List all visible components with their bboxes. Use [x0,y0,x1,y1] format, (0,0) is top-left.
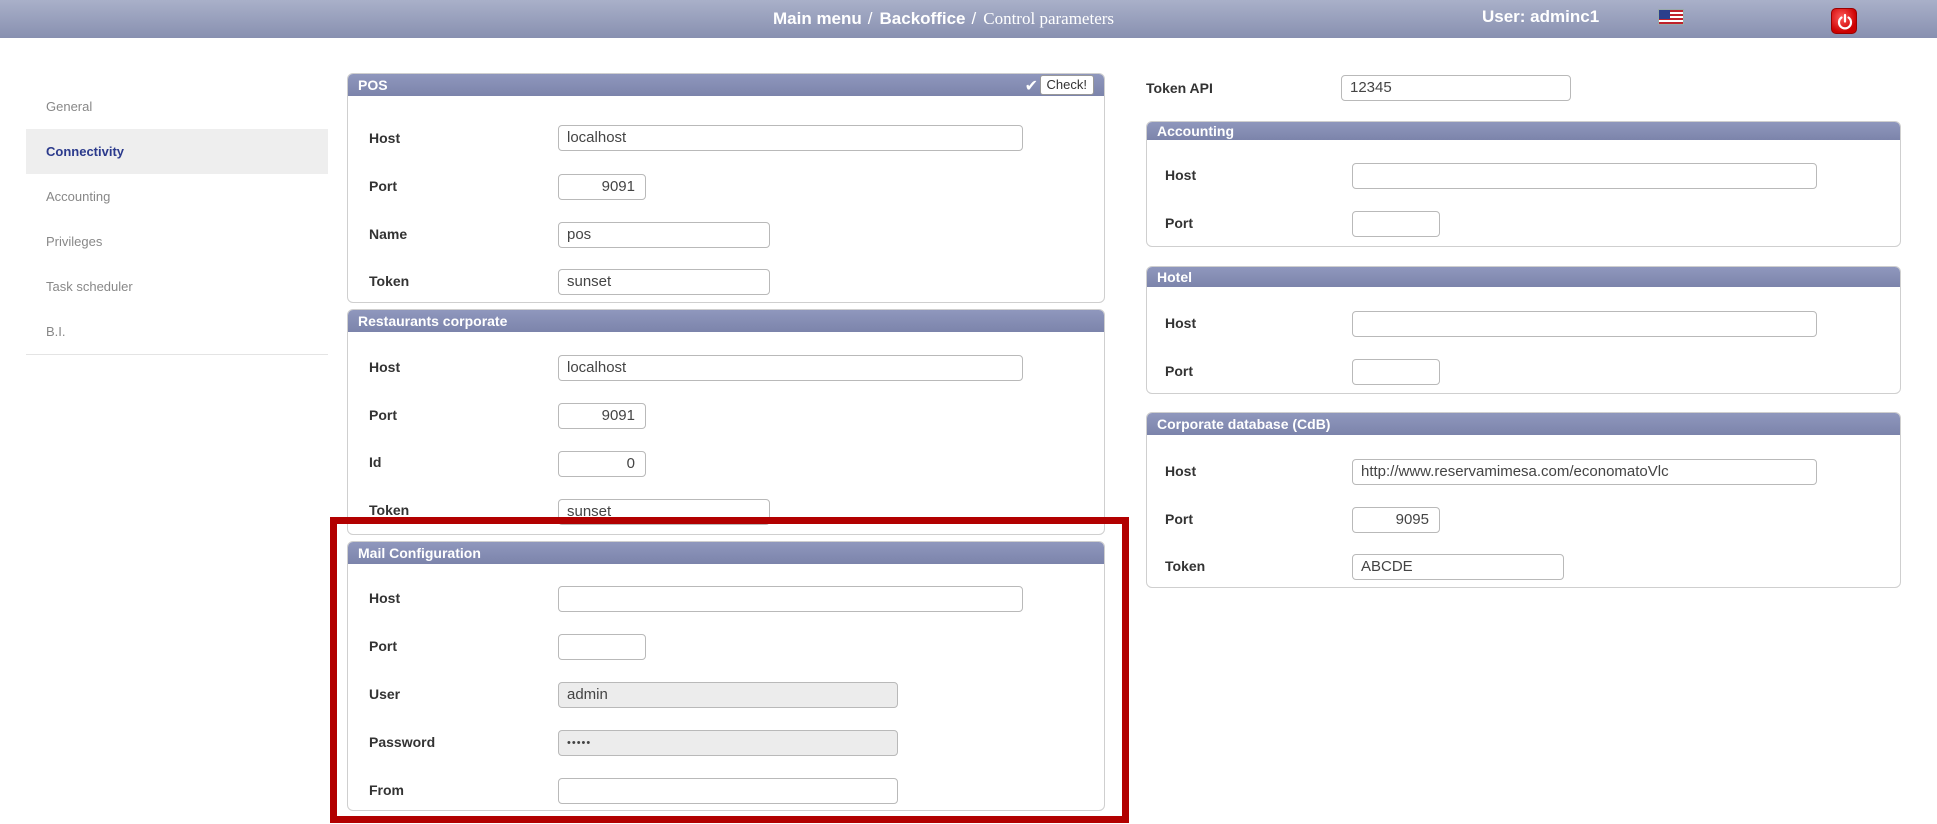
cdb-token-input[interactable]: ABCDE [1352,554,1564,580]
sidebar: General Connectivity Accounting Privileg… [26,84,328,355]
breadcrumb-main-menu[interactable]: Main menu [773,9,862,28]
sidebar-item-privileges[interactable]: Privileges [26,219,328,264]
pos-host-label: Host [369,130,401,146]
pos-port-label: Port [369,178,397,194]
restaurants-id-label: Id [369,454,382,470]
us-flag-icon[interactable] [1658,9,1684,25]
check-button[interactable]: Check! [1039,75,1094,95]
sidebar-item-bi[interactable]: B.I. [26,309,328,354]
token-api-label: Token API [1146,80,1213,96]
cdb-panel-title: Corporate database (CdB) [1157,416,1331,432]
cdb-port-label: Port [1165,511,1193,527]
restaurants-host-label: Host [369,359,401,375]
checkmark-icon: ✔ [1024,78,1038,95]
token-api-input[interactable]: 12345 [1341,75,1571,101]
accounting-host-label: Host [1165,167,1197,183]
cdb-token-label: Token [1165,558,1206,574]
breadcrumb-separator: / [867,9,873,28]
restaurants-port-input[interactable]: 9091 [558,403,646,429]
breadcrumb: Main menu / Backoffice / Control parameters [773,9,1114,29]
sidebar-item-accounting[interactable]: Accounting [26,174,328,219]
pos-name-label: Name [369,226,408,242]
pos-token-label: Token [369,273,410,289]
cdb-port-input[interactable]: 9095 [1352,507,1440,533]
pos-host-input[interactable]: localhost [558,125,1023,151]
restaurants-panel-title: Restaurants corporate [358,313,508,329]
cdb-host-input[interactable]: http://www.reservamimesa.com/economatoVl… [1352,459,1817,485]
power-icon[interactable] [1831,8,1857,34]
accounting-panel-header: Accounting [1147,122,1900,140]
pos-token-input[interactable]: sunset [558,269,770,295]
restaurants-host-input[interactable]: localhost [558,355,1023,381]
breadcrumb-control-parameters: Control parameters [983,9,1115,28]
pos-port-input[interactable]: 9091 [558,174,646,200]
pos-panel-header: POS ✔ Check! [348,74,1104,96]
user-label: User: adminc1 [1482,7,1600,26]
cdb-panel: Corporate database (CdB) Host http://www… [1146,412,1901,588]
hotel-panel: Hotel Host Port [1146,266,1901,394]
pos-panel: POS ✔ Check! Host localhost Port 9091 Na… [347,73,1105,303]
restaurants-panel-header: Restaurants corporate [348,310,1104,332]
accounting-panel: Accounting Host Port [1146,121,1901,247]
sidebar-item-task-scheduler[interactable]: Task scheduler [26,264,328,309]
hotel-port-label: Port [1165,363,1193,379]
restaurants-port-label: Port [369,407,397,423]
highlight-box [330,517,1129,823]
restaurants-id-input[interactable]: 0 [558,451,646,477]
restaurants-panel: Restaurants corporate Host localhost Por… [347,309,1105,535]
accounting-port-label: Port [1165,215,1193,231]
accounting-panel-title: Accounting [1157,123,1234,139]
hotel-panel-header: Hotel [1147,267,1900,287]
sidebar-divider [26,354,328,355]
accounting-port-input[interactable] [1352,211,1440,237]
hotel-host-input[interactable] [1352,311,1817,337]
sidebar-item-general[interactable]: General [26,84,328,129]
accounting-host-input[interactable] [1352,163,1817,189]
breadcrumb-separator: / [971,9,977,28]
cdb-host-label: Host [1165,463,1197,479]
restaurants-token-label: Token [369,502,410,518]
hotel-panel-title: Hotel [1157,269,1192,285]
cdb-panel-header: Corporate database (CdB) [1147,413,1900,435]
hotel-host-label: Host [1165,315,1197,331]
pos-name-input[interactable]: pos [558,222,770,248]
pos-panel-title: POS [358,77,388,93]
hotel-port-input[interactable] [1352,359,1440,385]
breadcrumb-backoffice[interactable]: Backoffice [880,9,966,28]
sidebar-item-connectivity[interactable]: Connectivity [26,129,328,174]
top-bar: Main menu / Backoffice / Control parameters … [0,0,1937,38]
